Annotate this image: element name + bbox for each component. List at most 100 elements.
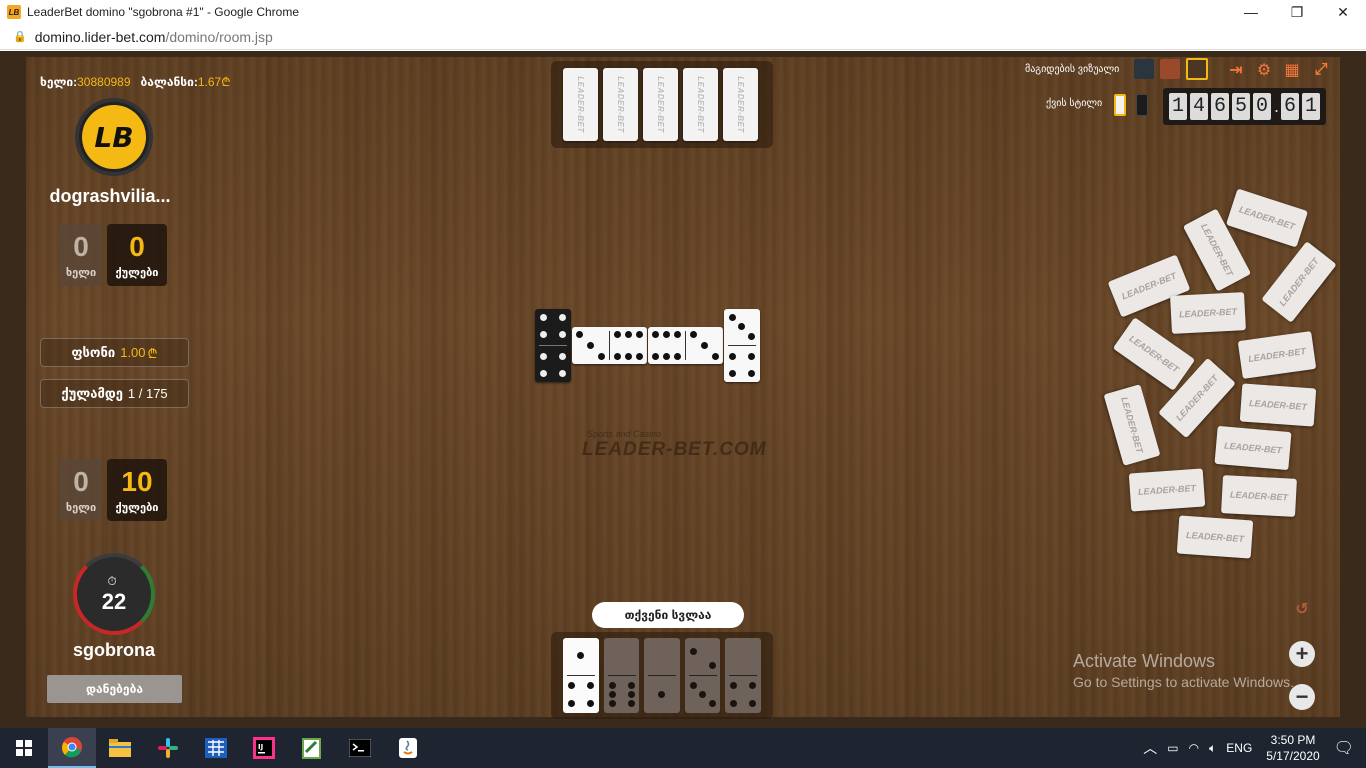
lock-icon[interactable]: 🔒 xyxy=(13,30,27,43)
opponent-tile: LEADER-BET xyxy=(643,68,678,141)
opponent-name: dograshvilia... xyxy=(49,186,171,206)
hand-domino-0-6[interactable] xyxy=(603,638,640,713)
window-title: LeaderBet domino "sgobrona #1" - Google … xyxy=(27,5,300,19)
close-button[interactable]: ✕ xyxy=(1320,0,1366,24)
svg-text:IJ: IJ xyxy=(258,743,263,751)
wifi-icon[interactable]: ◠ xyxy=(1189,741,1199,755)
hand-domino-0-1[interactable] xyxy=(644,638,680,713)
favicon-icon: LB xyxy=(7,5,21,19)
start-button[interactable] xyxy=(0,728,48,768)
board-domino-6-3 xyxy=(648,327,723,364)
opponent-tile: LEADER-BET xyxy=(603,68,638,141)
boneyard-tile[interactable]: LEADER-BET xyxy=(1221,475,1297,517)
opponent-points-value: 0 xyxy=(129,230,145,262)
opponent-hands-label: ხელი xyxy=(65,266,97,279)
opponent-tile: LEADER-BET xyxy=(683,68,718,141)
boneyard-tile[interactable]: LEADER-BET xyxy=(1176,515,1254,559)
hand-value: 30880989 xyxy=(77,75,131,89)
player-hands-label: ხელი xyxy=(65,501,97,514)
battery-icon[interactable]: ▭ xyxy=(1167,741,1178,755)
system-tray: ︿ ▭ ◠ 🔈︎ ENG 3:50 PM 5/17/2020 🗨︎ xyxy=(1143,728,1366,768)
balance-value: 1.67 xyxy=(197,75,222,89)
turn-timer: ⏱ 22 xyxy=(73,553,155,635)
notification-icon[interactable]: 🗨︎ xyxy=(1334,738,1354,758)
hand-label: ხელი: xyxy=(40,75,78,89)
opponent-score: 0 ხელი 0 ქულები xyxy=(59,224,167,286)
opponent-hand: LEADER-BET LEADER-BET LEADER-BET LEADER-… xyxy=(551,61,773,148)
hand-domino-0-4[interactable] xyxy=(725,638,761,713)
intellij-icon[interactable]: IJ xyxy=(240,728,288,768)
player-points-label: ქულები xyxy=(115,501,159,514)
window-controls: — ❐ ✕ xyxy=(1228,0,1366,24)
terminal-icon[interactable] xyxy=(336,728,384,768)
watermark-text: LEADER-BET.COM xyxy=(582,439,767,460)
tile-style-black[interactable] xyxy=(1136,94,1148,116)
player-points-value: 10 xyxy=(121,465,153,497)
board-domino-4-4 xyxy=(535,309,571,382)
jackpot-digit: 1 xyxy=(1302,93,1320,120)
minimize-button[interactable]: — xyxy=(1228,0,1274,24)
jackpot-digit: 1 xyxy=(1169,93,1187,120)
hand-domino-1-4[interactable] xyxy=(563,638,599,713)
notepad-plus-icon[interactable] xyxy=(288,728,336,768)
tile-style-label: ქვის სტილი xyxy=(1046,98,1103,109)
boneyard-tile[interactable]: LEADER-BET xyxy=(1128,468,1206,512)
jackpot-digit: 6 xyxy=(1211,93,1229,120)
clock-date: 5/17/2020 xyxy=(1266,749,1320,763)
volume-icon[interactable]: 🔈︎ xyxy=(1209,741,1216,756)
player-score: 0 ხელი 10 ქულები xyxy=(59,459,167,521)
windows-taskbar: IJ ︿ ▭ ◠ 🔈︎ ENG 3:50 PM 5/17/2020 🗨︎ xyxy=(0,728,1366,768)
player-hand xyxy=(551,632,773,719)
url-path: /domino/room.jsp xyxy=(165,28,273,45)
player-name: sgobrona xyxy=(72,640,155,660)
java-icon[interactable] xyxy=(384,728,432,768)
table-watermark: Sports and Casino LEADER-BET.COM xyxy=(582,429,767,461)
player-hands: 0 ხელი xyxy=(59,459,103,521)
clock-time: 3:50 PM xyxy=(1270,733,1316,747)
undo-icon[interactable]: ↺ xyxy=(1291,598,1313,620)
address-bar[interactable]: 🔒 domino.lider-bet.com/domino/room.jsp xyxy=(0,24,1366,50)
system-clock[interactable]: 3:50 PM 5/17/2020 xyxy=(1266,732,1319,764)
slack-icon[interactable] xyxy=(144,728,192,768)
target-label: ქულამდე xyxy=(61,385,123,401)
player-points: 10 ქულები xyxy=(107,459,167,521)
theme-swatch-dark[interactable] xyxy=(1134,59,1154,79)
exit-icon[interactable]: ⇥ xyxy=(1225,59,1247,81)
surrender-button[interactable]: დანებება xyxy=(47,675,182,703)
opponent-hands: 0 ხელი xyxy=(59,224,103,286)
tile-style-white[interactable] xyxy=(1114,94,1126,116)
leaderbet-logo: LB xyxy=(82,105,146,169)
jackpot-digit: 4 xyxy=(1190,93,1208,120)
spreadsheet-app-icon[interactable] xyxy=(192,728,240,768)
jackpot-digit: 5 xyxy=(1232,93,1250,120)
jackpot-digit: 6 xyxy=(1281,93,1299,120)
timer-value: 22 xyxy=(101,589,127,614)
url-host: domino.lider-bet.com xyxy=(34,28,166,45)
hand-domino-2-3[interactable] xyxy=(684,638,721,713)
chrome-icon[interactable] xyxy=(48,728,96,768)
currency-icon: ₾ xyxy=(221,75,231,89)
file-explorer-icon[interactable] xyxy=(96,728,144,768)
board-domino-3-4 xyxy=(724,309,760,382)
gear-icon[interactable]: ⚙ xyxy=(1253,59,1275,81)
opponent-hands-value: 0 xyxy=(73,230,89,262)
watermark-sub: Sports and Casino xyxy=(587,429,662,439)
stopwatch-icon: ⏱ xyxy=(107,574,117,588)
chevron-up-icon[interactable]: ︿ xyxy=(1143,738,1157,758)
theme-swatch-wood[interactable] xyxy=(1186,58,1208,80)
theme-swatch-red[interactable] xyxy=(1160,59,1180,79)
turn-indicator: თქვენი სვლაა xyxy=(592,602,744,628)
browser-titlebar: LB LeaderBet domino "sgobrona #1" - Goog… xyxy=(0,0,1366,24)
fullscreen-icon[interactable]: ⤢ xyxy=(1310,59,1332,81)
boneyard-tile[interactable]: LEADER-BET xyxy=(1239,383,1317,427)
boneyard-tile[interactable]: LEADER-BET xyxy=(1170,292,1246,334)
stake-box: ფსონი 1.00 ₾ xyxy=(40,338,189,367)
board-domino-3-6 xyxy=(572,327,647,364)
currency-icon: ₾ xyxy=(147,345,158,361)
stake-label: ფსონი xyxy=(71,344,116,360)
maximize-button[interactable]: ❐ xyxy=(1274,0,1320,24)
boneyard-tile[interactable]: LEADER-BET xyxy=(1214,425,1292,471)
language-indicator[interactable]: ENG xyxy=(1226,741,1252,755)
grid-icon[interactable]: ▦ xyxy=(1281,59,1303,81)
activate-title: Activate Windows xyxy=(1073,651,1216,671)
